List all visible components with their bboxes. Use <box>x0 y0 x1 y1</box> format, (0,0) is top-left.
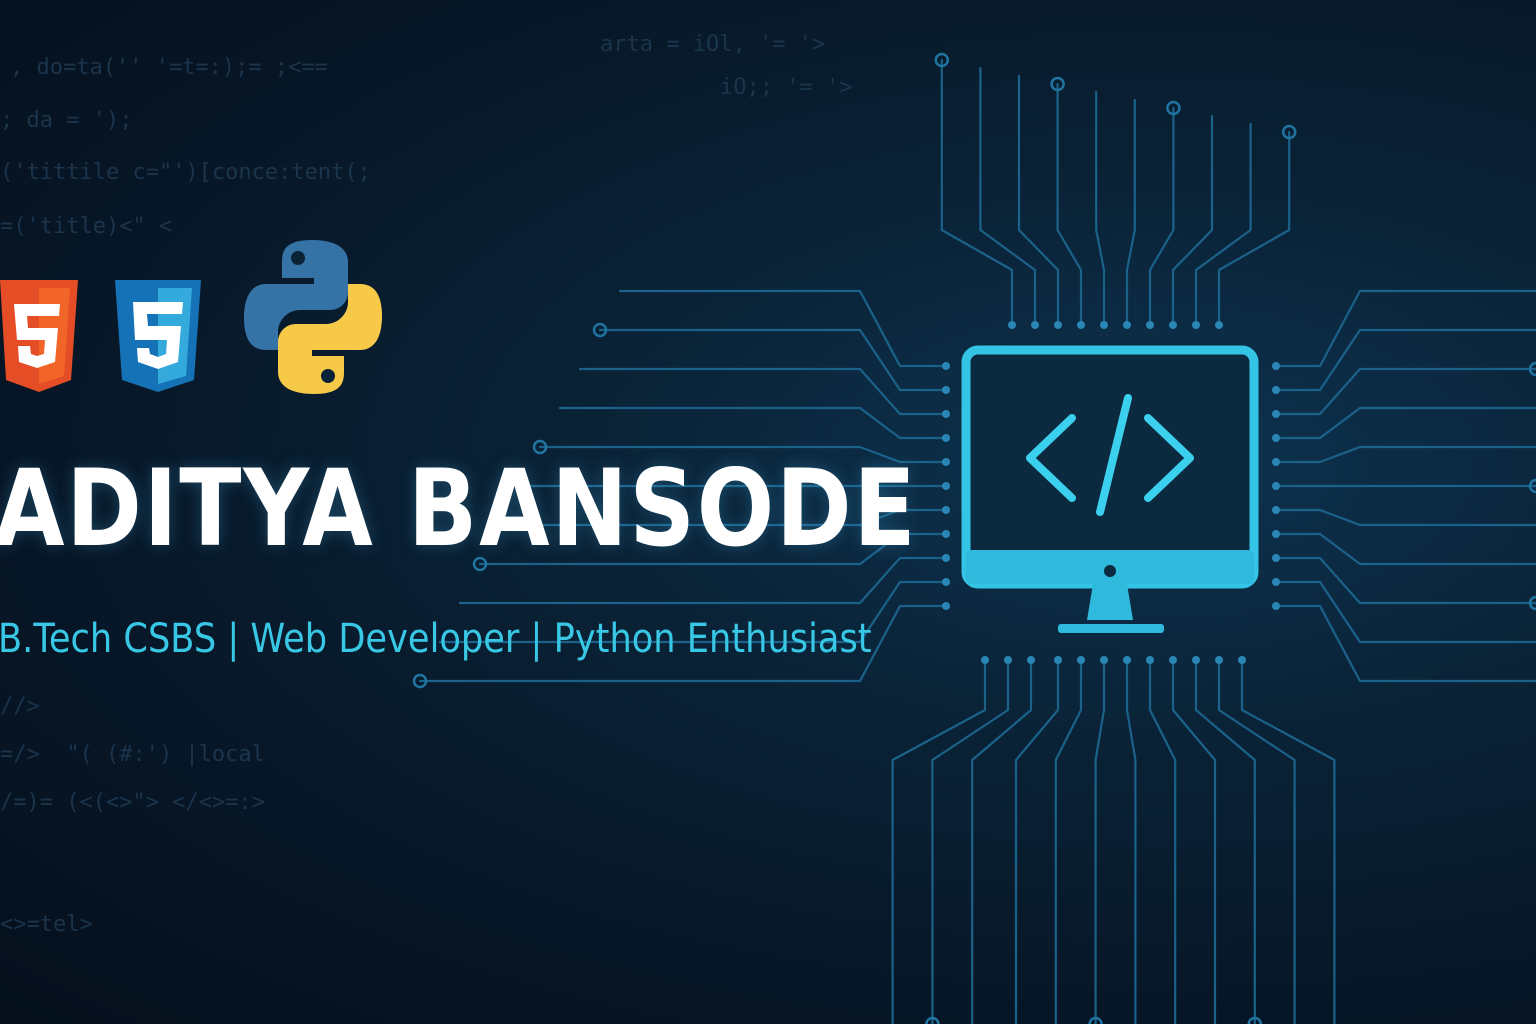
circuit-pin <box>1272 506 1280 514</box>
circuit-pin <box>1004 656 1012 664</box>
circuit-trace <box>1014 658 1060 1024</box>
circuit-pin <box>1272 602 1280 610</box>
circuit-trace <box>1274 580 1536 644</box>
circuit-trace <box>1171 658 1217 1024</box>
circuit-pin <box>1238 656 1246 664</box>
circuit-trace <box>1095 90 1106 327</box>
circuit-pin <box>1123 321 1131 329</box>
circuit-pin <box>1123 656 1131 664</box>
circuit-trace <box>1217 658 1296 1024</box>
circuit-trace <box>931 658 1010 1024</box>
circuit-trace <box>940 58 1014 327</box>
circuit-pin <box>1272 578 1280 586</box>
circuit-pin <box>942 506 950 514</box>
hero-tagline: B.Tech CSBS | Web Developer | Python Ent… <box>0 616 872 662</box>
code-monitor-icon <box>961 345 1259 633</box>
circuit-trace <box>1274 406 1536 440</box>
circuit-trace <box>598 328 948 392</box>
circuit-pin <box>1272 410 1280 418</box>
circuit-trace <box>1274 532 1536 566</box>
circuit-pin <box>1100 321 1108 329</box>
circuit-pin <box>1169 656 1177 664</box>
circuit-pin <box>1272 458 1280 466</box>
circuit-pin <box>1272 386 1280 394</box>
circuit-pin <box>942 482 950 490</box>
circuit-pin <box>942 578 950 586</box>
circuit-trace <box>1274 445 1536 464</box>
circuit-pin <box>942 554 950 562</box>
circuit-pin <box>1272 482 1280 490</box>
circuit-pin <box>1077 656 1085 664</box>
circuit-pin <box>942 530 950 538</box>
circuit-pin <box>942 386 950 394</box>
circuit-pin <box>1192 656 1200 664</box>
circuit-trace <box>1274 328 1536 392</box>
circuit-trace <box>1217 130 1291 327</box>
circuit-pin <box>1077 321 1085 329</box>
circuit-pin <box>1031 321 1039 329</box>
circuit-trace <box>1274 604 1536 683</box>
css3-logo-icon <box>115 280 201 392</box>
circuit-pin <box>942 434 950 442</box>
circuit-pin <box>1192 321 1200 329</box>
circuit-pin <box>1272 434 1280 442</box>
circuit-trace <box>1194 122 1252 327</box>
circuit-trace <box>558 406 948 440</box>
circuit-trace <box>979 66 1037 327</box>
circuit-trace <box>1148 658 1177 1024</box>
circuit-pin <box>1272 554 1280 562</box>
circuit-trace <box>1274 508 1536 527</box>
circuit-pin <box>942 410 950 418</box>
circuit-pin <box>1054 656 1062 664</box>
circuit-trace <box>1125 658 1137 1024</box>
circuit-pin <box>942 458 950 466</box>
circuit-pin <box>942 362 950 370</box>
circuit-pin <box>1054 321 1062 329</box>
circuit-pin <box>1272 530 1280 538</box>
circuit-trace <box>1017 74 1060 327</box>
circuit-pin <box>1215 656 1223 664</box>
circuit-pin <box>1027 656 1035 664</box>
circuit-trace <box>618 289 948 368</box>
circuit-trace <box>1274 289 1536 368</box>
circuit-pin <box>981 656 989 664</box>
circuit-trace <box>1148 106 1175 327</box>
circuit-pin <box>1100 656 1108 664</box>
circuit-pin <box>1215 321 1223 329</box>
circuit-pin <box>1272 362 1280 370</box>
circuit-pin <box>1169 321 1177 329</box>
circuit-pin <box>1146 321 1154 329</box>
python-logo-icon <box>244 240 382 394</box>
circuit-trace <box>1094 658 1106 1024</box>
hero-name: ADITYA BANSODE <box>0 447 918 570</box>
circuit-trace <box>1171 114 1214 327</box>
html5-logo-icon <box>0 280 78 392</box>
circuit-trace <box>1056 82 1083 327</box>
circuit-trace <box>1125 98 1136 327</box>
circuit-pin <box>1008 321 1016 329</box>
circuit-trace <box>1054 658 1083 1024</box>
circuit-pin <box>1146 656 1154 664</box>
circuit-pin <box>942 602 950 610</box>
